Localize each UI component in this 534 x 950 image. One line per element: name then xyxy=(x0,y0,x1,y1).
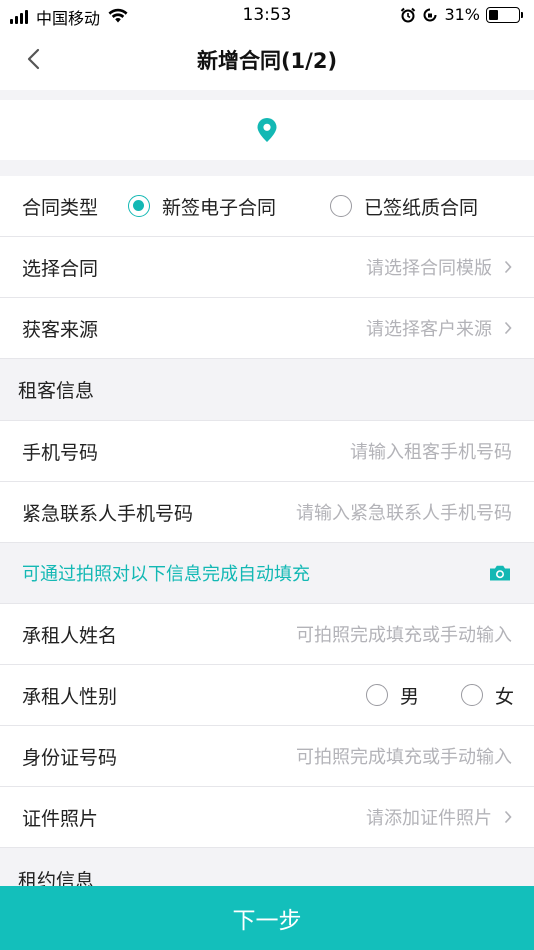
id-number-input[interactable]: 可拍照完成填充或手动输入 xyxy=(296,743,512,769)
camera-icon[interactable] xyxy=(488,564,512,582)
id-photo-row[interactable]: 证件照片 请添加证件照片 xyxy=(0,787,534,848)
renter-name-label: 承租人姓名 xyxy=(22,624,118,647)
tenant-phone-row[interactable]: 手机号码 请输入租客手机号码 xyxy=(0,421,534,482)
radio-male[interactable]: 男 xyxy=(365,682,419,709)
form-area: 合同类型 新签电子合同 已签纸质合同 选择合同 请选择合同模版 获客来源 请选择… xyxy=(0,176,534,888)
tenant-phone-label: 手机号码 xyxy=(22,441,99,464)
back-button[interactable] xyxy=(18,44,48,74)
auto-fill-hint: 可通过拍照对以下信息完成自动填充 xyxy=(22,564,310,585)
lease-section-header: 租约信息 xyxy=(0,848,534,888)
renter-gender-row: 承租人性别 男 女 xyxy=(0,665,534,726)
status-right: 31% xyxy=(400,5,523,24)
progress-strip xyxy=(0,100,534,160)
chevron-left-icon xyxy=(27,48,40,70)
contract-type-row: 合同类型 新签电子合同 已签纸质合同 xyxy=(0,176,534,237)
status-bar: 中国移动 13:53 31% xyxy=(0,0,534,30)
rotation-lock-icon xyxy=(422,7,438,23)
chevron-right-icon xyxy=(504,321,512,335)
emergency-phone-row[interactable]: 紧急联系人手机号码 请输入紧急联系人手机号码 xyxy=(0,482,534,543)
tenant-phone-input[interactable]: 请输入租客手机号码 xyxy=(350,438,512,464)
location-pin-icon xyxy=(257,118,277,142)
emergency-phone-label: 紧急联系人手机号码 xyxy=(22,502,194,525)
auto-fill-hint-row[interactable]: 可通过拍照对以下信息完成自动填充 xyxy=(0,543,534,604)
id-photo-value: 请添加证件照片 xyxy=(366,804,512,830)
radio-label: 新签电子合同 xyxy=(162,196,277,219)
id-photo-placeholder: 请添加证件照片 xyxy=(366,808,492,829)
chevron-right-icon xyxy=(504,810,512,824)
next-step-button[interactable]: 下一步 xyxy=(0,886,534,950)
contract-type-label: 合同类型 xyxy=(22,196,99,219)
customer-source-value: 请选择客户来源 xyxy=(366,315,512,341)
id-number-label: 身份证号码 xyxy=(22,746,118,769)
nav-bar: 新增合同(1/2) xyxy=(0,30,534,90)
select-contract-row[interactable]: 选择合同 请选择合同模版 xyxy=(0,237,534,298)
renter-name-input[interactable]: 可拍照完成填充或手动输入 xyxy=(296,621,512,647)
customer-source-label: 获客来源 xyxy=(22,318,99,341)
radio-label: 已签纸质合同 xyxy=(364,196,479,219)
radio-off-icon xyxy=(460,684,483,706)
radio-new-electronic[interactable]: 新签电子合同 xyxy=(128,193,276,220)
radio-off-icon xyxy=(365,684,388,706)
radio-signed-paper[interactable]: 已签纸质合同 xyxy=(330,193,478,220)
alarm-icon xyxy=(400,7,416,23)
renter-name-row[interactable]: 承租人姓名 可拍照完成填充或手动输入 xyxy=(0,604,534,665)
emergency-phone-input[interactable]: 请输入紧急联系人手机号码 xyxy=(296,499,512,525)
page-title: 新增合同(1/2) xyxy=(196,49,338,73)
id-number-row[interactable]: 身份证号码 可拍照完成填充或手动输入 xyxy=(0,726,534,787)
gender-options: 男 女 xyxy=(365,682,514,709)
renter-gender-label: 承租人性别 xyxy=(22,685,118,708)
battery-percent: 31% xyxy=(444,5,480,24)
radio-off-icon xyxy=(330,195,353,217)
select-contract-value: 请选择合同模版 xyxy=(366,254,512,280)
radio-label: 女 xyxy=(494,685,514,708)
chevron-right-icon xyxy=(504,260,512,274)
contract-type-options: 新签电子合同 已签纸质合同 xyxy=(128,193,478,220)
select-contract-placeholder: 请选择合同模版 xyxy=(366,258,492,279)
id-photo-label: 证件照片 xyxy=(22,807,99,830)
customer-source-placeholder: 请选择客户来源 xyxy=(366,319,492,340)
battery-level xyxy=(489,9,498,20)
radio-label: 男 xyxy=(399,685,419,708)
radio-female[interactable]: 女 xyxy=(460,682,514,709)
tenant-section-header: 租客信息 xyxy=(0,359,534,421)
radio-on-icon xyxy=(128,195,151,217)
customer-source-row[interactable]: 获客来源 请选择客户来源 xyxy=(0,298,534,359)
select-contract-label: 选择合同 xyxy=(22,257,99,280)
battery-icon xyxy=(486,6,523,23)
